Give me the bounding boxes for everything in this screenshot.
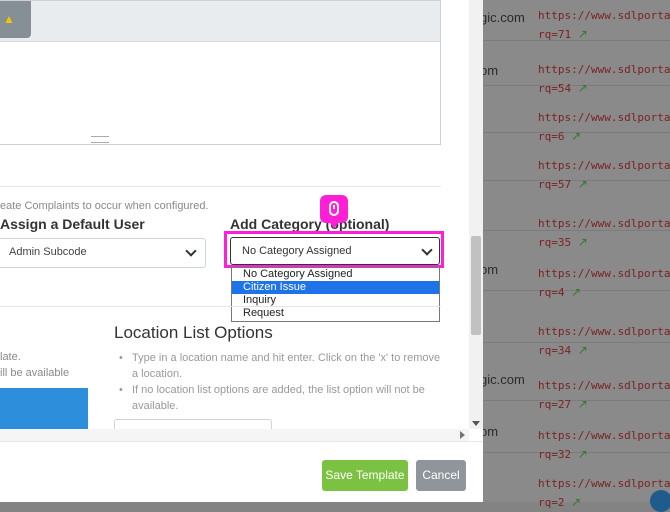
divider xyxy=(0,186,441,187)
external-link-icon[interactable]: ↗ xyxy=(571,285,581,299)
table-row: https://www.sdlportal rq=6 ↗ xyxy=(480,92,670,143)
table-row: om https://www.sdlportal rq=32 ↗ xyxy=(480,412,670,461)
category-option[interactable]: Request xyxy=(232,307,439,320)
table-cell-domain: om xyxy=(480,63,499,78)
table-cell-domain: gic.com xyxy=(480,372,525,387)
help-text: eate Complaints to occur when configured… xyxy=(0,200,209,212)
table-cell-link[interactable]: https://www.sdlportal rq=4 ↗ xyxy=(538,264,670,302)
warning-icon: ▲ xyxy=(3,12,15,26)
table-cell-link[interactable]: https://www.sdlportal rq=2 ↗ xyxy=(538,474,670,512)
table-row: https://www.sdlportal rq=35 ↗ xyxy=(480,190,670,249)
vertical-scrollbar[interactable] xyxy=(469,0,483,429)
editor-toolbar: ▲ xyxy=(0,1,440,42)
save-template-button[interactable]: Save Template xyxy=(322,460,408,491)
scrollbar-thumb[interactable] xyxy=(471,236,481,335)
table-cell-domain: gic.com xyxy=(480,10,525,25)
default-user-value: Admin Subcode xyxy=(9,246,87,258)
table-row: om https://www.sdlportal rq=54 ↗ xyxy=(480,45,670,95)
horizontal-scrollbar[interactable] xyxy=(0,429,469,441)
table-row: gic.com https://www.sdlportal rq=27 ↗ xyxy=(480,360,670,411)
table-cell-link[interactable]: https://www.sdlportal rq=71 ↗ xyxy=(538,6,670,44)
template-modal: ▲ eate Complaints to occur when configur… xyxy=(0,0,483,502)
location-options-hints: Type in a location name and hit enter. C… xyxy=(114,350,444,414)
external-link-icon[interactable]: ↗ xyxy=(578,447,588,461)
table-cell-link[interactable]: https://www.sdlportal rq=57 ↗ xyxy=(538,156,670,194)
external-link-icon[interactable]: ↗ xyxy=(571,495,581,509)
category-dropdown: No Category Assigned Citizen Issue Inqui… xyxy=(231,267,440,322)
modal-body: ▲ eate Complaints to occur when configur… xyxy=(0,0,469,429)
table-row: om https://www.sdlportal rq=4 ↗ xyxy=(480,250,670,299)
category-value: No Category Assigned xyxy=(242,245,352,257)
rich-text-editor[interactable]: ▲ xyxy=(0,0,441,145)
modal-footer: Save Template Cancel xyxy=(0,441,483,502)
primary-action-button[interactable] xyxy=(0,388,88,429)
editor-toolbar-button[interactable]: ▲ xyxy=(0,1,31,38)
help-text: ill be available xyxy=(0,367,70,379)
scroll-right-icon[interactable] xyxy=(460,431,465,439)
table-row: https://www.sdlportal rq=2 ↗ xyxy=(480,462,670,509)
help-text: late. xyxy=(0,351,21,363)
table-cell-link[interactable]: https://www.sdlportal rq=27 ↗ xyxy=(538,376,670,414)
category-select[interactable]: No Category Assigned xyxy=(230,237,440,265)
default-user-select[interactable]: Admin Subcode xyxy=(0,238,206,268)
hint-item: Type in a location name and hit enter. C… xyxy=(114,350,444,382)
external-link-icon[interactable]: ↗ xyxy=(578,235,588,249)
scroll-down-icon[interactable] xyxy=(472,421,480,426)
resize-handle-icon[interactable] xyxy=(91,136,109,143)
table-row: https://www.sdlportal rq=57 ↗ xyxy=(480,140,670,191)
divider xyxy=(0,306,441,307)
mouse-cursor-indicator xyxy=(320,195,348,229)
category-option-highlighted[interactable]: Citizen Issue xyxy=(232,281,439,294)
table-row: https://www.sdlportal rq=34 ↗ xyxy=(480,302,670,357)
category-label: Add Category (optional) xyxy=(230,216,390,232)
default-user-label: Assign a Default User xyxy=(0,216,145,232)
external-link-icon[interactable]: ↗ xyxy=(578,27,588,41)
location-options-title: Location List Options xyxy=(114,323,273,342)
external-link-icon[interactable]: ↗ xyxy=(578,177,588,191)
table-cell-link[interactable]: https://www.sdlportal rq=32 ↗ xyxy=(538,426,670,464)
table-cell-domain: om xyxy=(480,424,499,439)
mouse-icon xyxy=(329,201,339,216)
chevron-down-icon xyxy=(185,245,197,257)
chat-bubble-icon[interactable] xyxy=(650,490,670,512)
table-cell-link[interactable]: https://www.sdlportal rq=35 ↗ xyxy=(538,214,670,252)
cancel-button[interactable]: Cancel xyxy=(416,460,466,491)
external-link-icon[interactable]: ↗ xyxy=(578,343,588,357)
category-option[interactable]: No Category Assigned xyxy=(232,268,439,281)
chevron-down-icon xyxy=(421,244,433,256)
hint-item: If no location list options are added, t… xyxy=(114,382,444,414)
table-cell-link[interactable]: https://www.sdlportal rq=34 ↗ xyxy=(538,322,670,360)
location-input[interactable] xyxy=(114,419,272,429)
background-table: gic.com https://www.sdlportal rq=71 ↗ om … xyxy=(480,0,670,509)
external-link-icon[interactable]: ↗ xyxy=(578,397,588,411)
table-row: gic.com https://www.sdlportal rq=71 ↗ xyxy=(480,0,670,41)
table-cell-domain: om xyxy=(480,262,499,277)
